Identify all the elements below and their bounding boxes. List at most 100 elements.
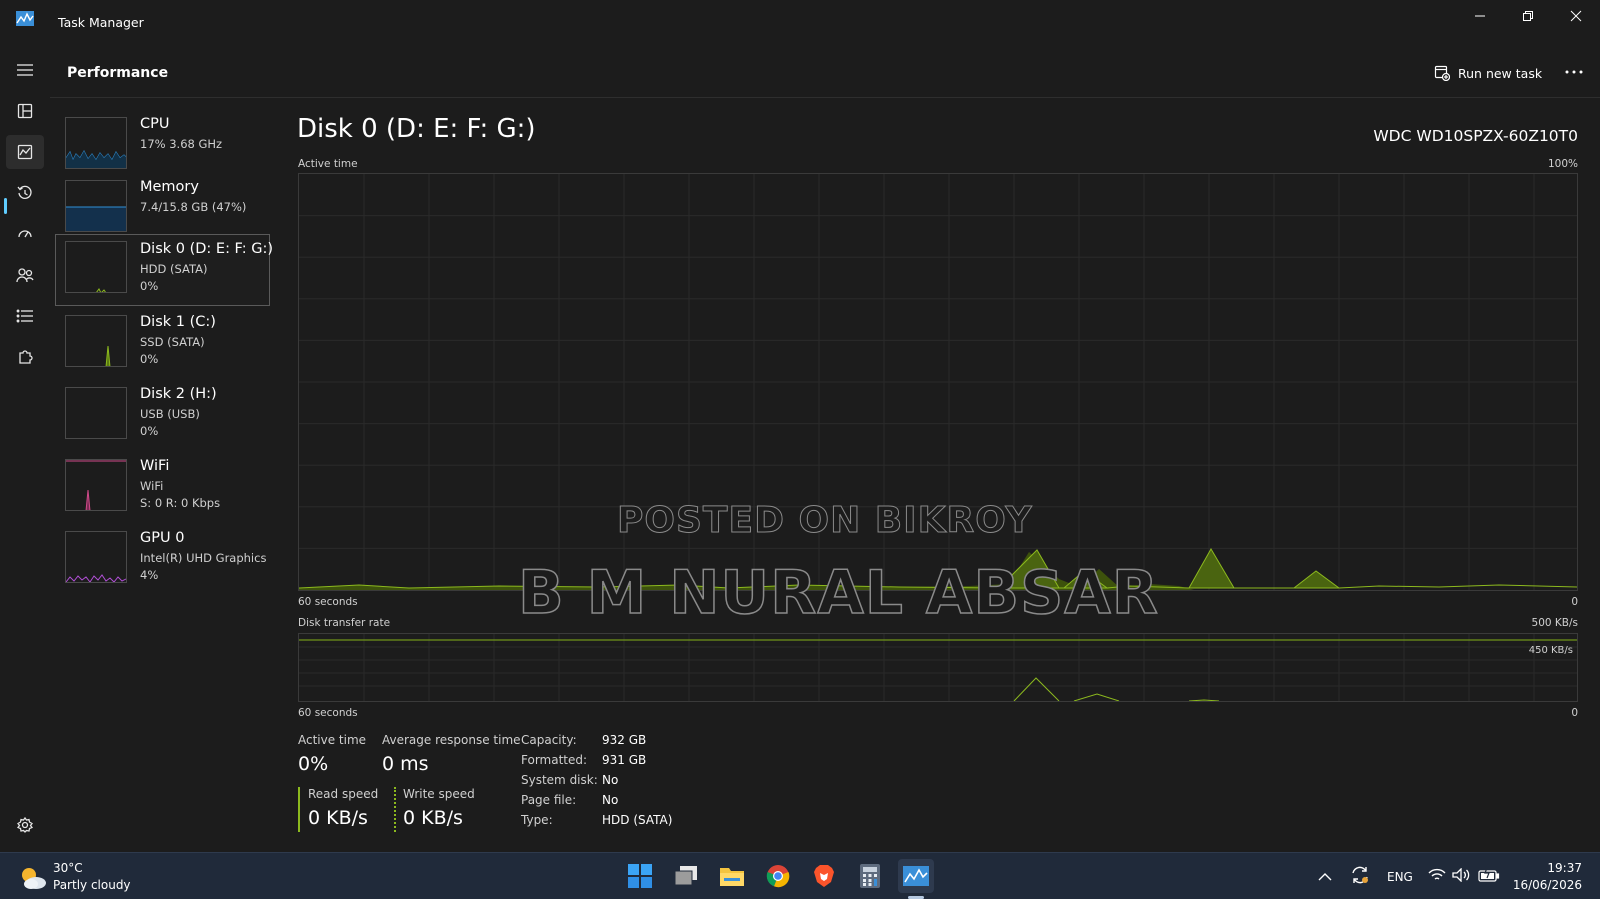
- close-icon: [1570, 10, 1582, 22]
- chrome-button[interactable]: [760, 859, 796, 893]
- device-detail: HDD (SATA): [140, 262, 208, 276]
- clock-time[interactable]: 19:37: [1526, 861, 1582, 875]
- nav-details[interactable]: [6, 299, 44, 333]
- nav-services[interactable]: [6, 340, 44, 374]
- device-detail: WiFi: [140, 479, 164, 493]
- device-item-cpu[interactable]: CPU 17% 3.68 GHz: [55, 109, 270, 181]
- capacity-label: Capacity:: [521, 733, 577, 747]
- device-usage: S: 0 R: 0 Kbps: [140, 496, 221, 510]
- active-time-graph-max: 100%: [1547, 158, 1578, 170]
- page-title: Performance: [67, 65, 169, 81]
- transfer-rate-graph-max: 500 KB/s: [1531, 617, 1578, 629]
- window-title: Task Manager: [58, 15, 144, 30]
- write-speed-indicator-line: [394, 787, 396, 832]
- disk-2-thumbnail-graph: [65, 387, 127, 439]
- nav-startup-apps[interactable]: [6, 217, 44, 251]
- transfer-rate-graph-mid: 450 KB/s: [1528, 645, 1573, 656]
- minimize-button[interactable]: [1456, 0, 1504, 32]
- type-label: Type:: [521, 813, 553, 827]
- more-options-button[interactable]: [1559, 60, 1589, 84]
- device-detail: SSD (SATA): [140, 335, 205, 349]
- network-button[interactable]: [1428, 867, 1448, 885]
- sync-status-button[interactable]: [1350, 865, 1372, 887]
- windows-logo-icon: [628, 864, 652, 888]
- device-item-disk-1[interactable]: Disk 1 (C:) SSD (SATA) 0%: [55, 307, 270, 379]
- wifi-thumbnail-graph: [65, 459, 127, 511]
- disk-0-thumbnail-graph: [65, 241, 127, 293]
- partly-cloudy-icon: [22, 868, 46, 889]
- read-speed-label: Read speed: [308, 787, 379, 801]
- language-indicator[interactable]: ENG: [1387, 870, 1413, 884]
- task-manager-icon: [903, 866, 929, 886]
- memory-thumbnail-graph: [65, 180, 127, 232]
- services-puzzle-icon: [19, 350, 33, 364]
- gear-icon: [17, 817, 33, 833]
- file-explorer-button[interactable]: [714, 859, 750, 893]
- history-icon: [17, 185, 32, 199]
- battery-button[interactable]: [1478, 867, 1502, 885]
- transfer-rate-graph-svg: [299, 634, 1577, 702]
- wifi-icon: [1428, 868, 1446, 880]
- close-button[interactable]: [1552, 0, 1600, 32]
- users-icon: [16, 268, 34, 283]
- settings-button[interactable]: [6, 808, 44, 842]
- active-time-stat-label: Active time: [298, 733, 367, 747]
- nav-users[interactable]: [6, 258, 44, 292]
- device-name: Disk 1 (C:): [140, 314, 216, 330]
- disk-model: WDC WD10SPZX-60Z10T0: [1373, 127, 1578, 145]
- show-hidden-icons-button[interactable]: [1318, 867, 1336, 885]
- battery-charging-icon: [1478, 867, 1500, 882]
- active-time-graph-min: 0: [1571, 596, 1578, 608]
- details-list-icon: [16, 309, 33, 323]
- gpu-0-thumbnail-graph: [65, 531, 127, 583]
- device-usage: 0%: [140, 424, 159, 438]
- task-manager-app-icon: [16, 11, 34, 26]
- device-name: WiFi: [140, 458, 170, 474]
- start-button[interactable]: [622, 859, 658, 893]
- volume-button[interactable]: [1452, 867, 1472, 885]
- processes-icon: [17, 103, 33, 119]
- chevron-up-icon: [1318, 873, 1332, 881]
- nav-active-indicator: [4, 198, 7, 214]
- nav-processes[interactable]: [6, 94, 44, 128]
- disk-title: Disk 0 (D: E: F: G:): [297, 114, 536, 144]
- hamburger-menu-button[interactable]: [6, 53, 44, 87]
- device-name: Disk 2 (H:): [140, 386, 217, 402]
- system-disk-value: No: [602, 773, 619, 787]
- nav-app-history[interactable]: [6, 176, 44, 210]
- device-item-gpu-0[interactable]: GPU 0 Intel(R) UHD Graphics 4%: [55, 523, 270, 595]
- restore-button[interactable]: [1504, 0, 1552, 32]
- formatted-label: Formatted:: [521, 753, 588, 767]
- brave-lion-icon: [814, 865, 834, 887]
- transfer-rate-graph: [298, 633, 1578, 702]
- sync-icon: [1352, 866, 1368, 884]
- device-detail: 7.4/15.8 GB (47%): [140, 200, 247, 214]
- page-file-value: No: [602, 793, 619, 807]
- read-speed-value: 0 KB/s: [308, 807, 368, 829]
- brave-button[interactable]: [806, 859, 842, 893]
- nav-performance[interactable]: [6, 135, 44, 169]
- hamburger-icon: [17, 64, 33, 76]
- device-detail: 17% 3.68 GHz: [140, 137, 223, 151]
- active-time-graph-label: Active time: [298, 158, 358, 170]
- task-view-icon: [674, 866, 697, 886]
- task-manager-taskbar-button[interactable]: [898, 859, 934, 893]
- speaker-icon: [1452, 867, 1470, 883]
- task-view-button[interactable]: [668, 859, 704, 893]
- device-item-wifi[interactable]: WiFi WiFi S: 0 R: 0 Kbps: [55, 451, 270, 523]
- run-new-task-button[interactable]: Run new task: [1434, 62, 1542, 84]
- avg-response-stat-value: 0 ms: [382, 753, 429, 775]
- task-manager-window: Task Manager Performance Run new task CP…: [0, 0, 1600, 852]
- avg-response-stat-label: Average response time: [382, 733, 521, 747]
- device-item-disk-0[interactable]: Disk 0 (D: E: F: G:) HDD (SATA) 0%: [55, 234, 273, 306]
- read-speed-indicator-line: [298, 787, 300, 832]
- device-item-disk-2[interactable]: Disk 2 (H:) USB (USB) 0%: [55, 379, 270, 451]
- transfer-rate-graph-duration: 60 seconds: [298, 707, 358, 719]
- write-speed-value: 0 KB/s: [403, 807, 463, 829]
- cpu-thumbnail-graph: [65, 117, 127, 169]
- calculator-button[interactable]: [852, 859, 888, 893]
- device-name: Memory: [140, 179, 199, 195]
- clock-date[interactable]: 16/06/2026: [1506, 878, 1582, 892]
- performance-icon: [17, 144, 33, 160]
- calculator-icon: [860, 864, 880, 888]
